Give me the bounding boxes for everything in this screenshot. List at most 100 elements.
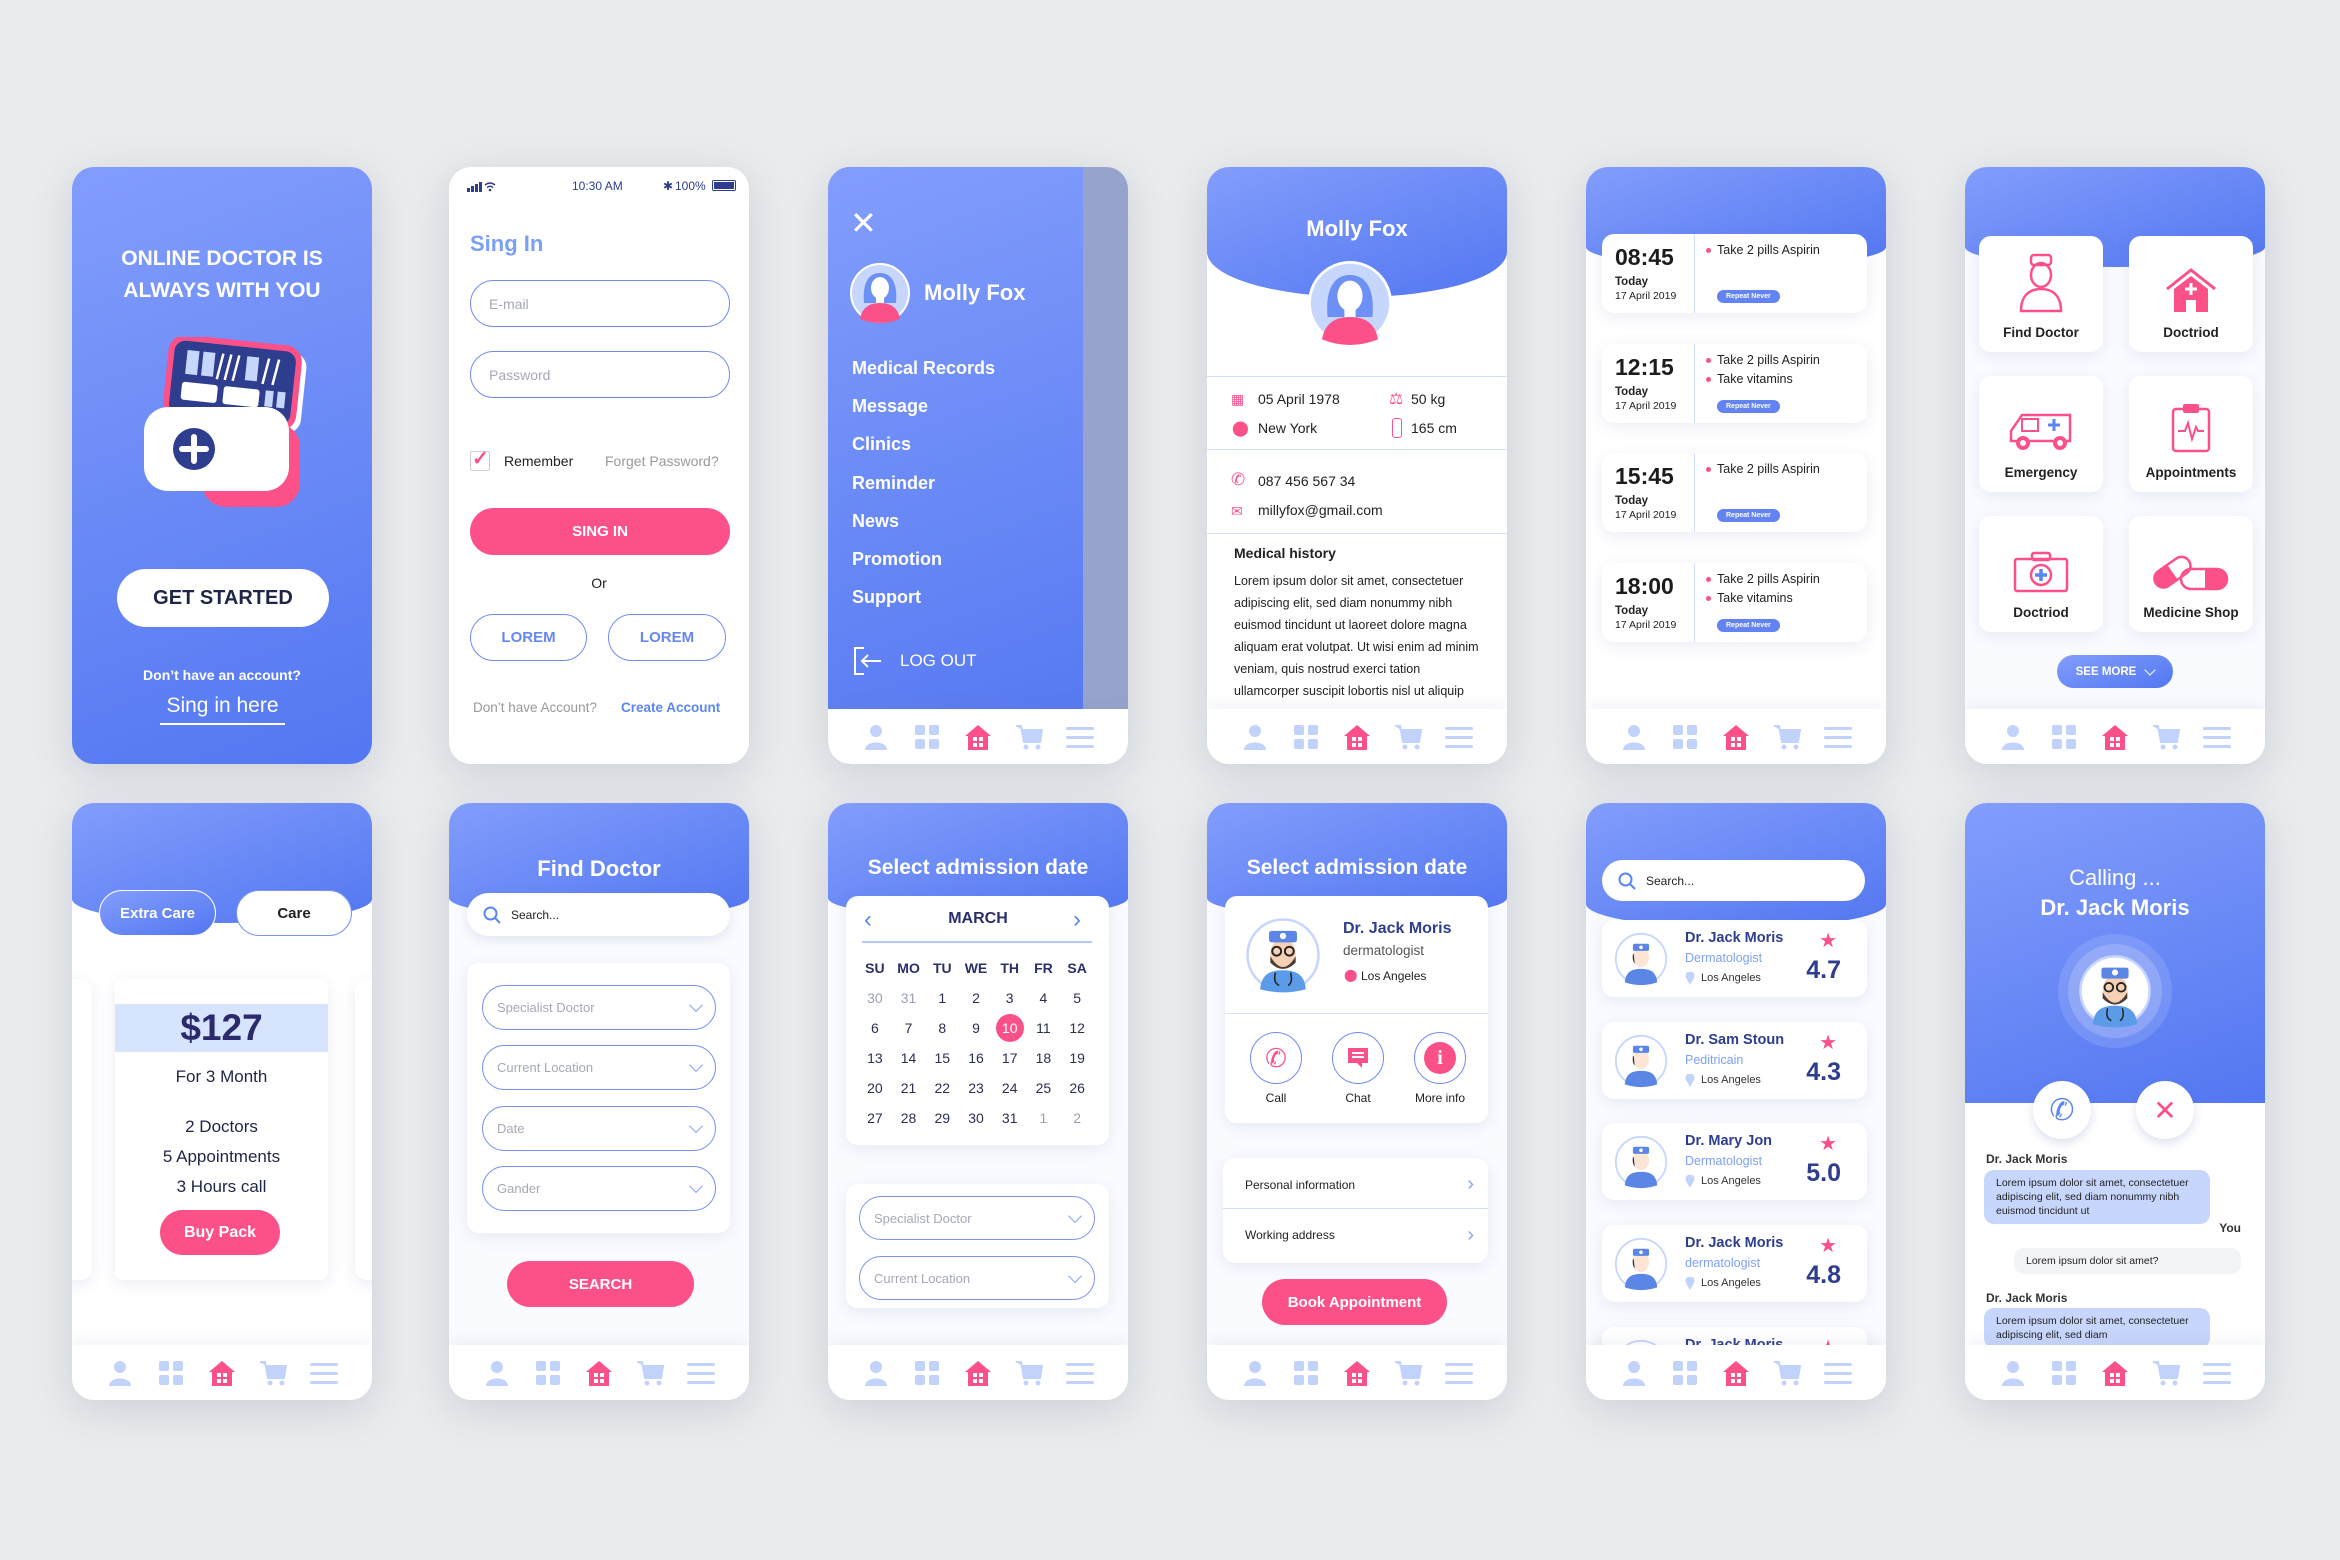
nav-person-button[interactable] [1241,1359,1269,1387]
nav-menu-button[interactable] [2203,723,2232,751]
doctor-list-item[interactable]: Dr. Jack Moris ★ dermatologist Los Angele… [1602,1225,1867,1302]
nav-home-button[interactable] [208,1359,236,1387]
nav-home-button[interactable] [1343,723,1371,751]
nav-menu-button[interactable] [1445,1359,1474,1387]
call-button[interactable]: ✆ [1250,1032,1302,1084]
menu-item-promotion[interactable]: Promotion [852,549,942,570]
nav-menu-button[interactable] [1445,723,1474,751]
doctor-list-item[interactable]: Dr. Mary Jon ★ Dermatologist Los Angeles … [1602,1123,1867,1200]
nav-menu-button[interactable] [1066,723,1095,751]
calendar-day[interactable]: 6 [858,1013,892,1043]
create-account-link[interactable]: Create Account [621,700,720,715]
nav-grid-button[interactable] [1671,1359,1699,1387]
nav-grid-button[interactable] [2050,1359,2078,1387]
menu-item-reminder[interactable]: Reminder [852,473,935,494]
nav-cart-button[interactable] [1015,723,1044,751]
menu-item-support[interactable]: Support [852,587,921,608]
search-input[interactable]: Search... [1602,860,1865,901]
calendar-day[interactable]: 15 [925,1043,959,1073]
tile-emergency[interactable]: Emergency [1979,376,2103,492]
calendar-day[interactable]: 7 [892,1013,926,1043]
repeat-badge[interactable]: Repeat Never [1717,290,1780,303]
calendar-day[interactable]: 28 [892,1103,926,1133]
calendar-day[interactable]: 3 [993,983,1027,1013]
tile-doctriod-clinic[interactable]: Doctriod [2129,236,2253,352]
calendar-day-selected[interactable]: 10 [993,1013,1027,1043]
calendar-day[interactable]: 21 [892,1073,926,1103]
location-select[interactable]: Current Location [859,1256,1095,1300]
sign-in-here-link[interactable]: Sing in here [160,694,285,725]
calendar-day[interactable]: 8 [925,1013,959,1043]
nav-home-button[interactable] [2101,1359,2129,1387]
calendar-day[interactable]: 5 [1060,983,1094,1013]
calendar-day[interactable]: 1 [1027,1103,1061,1133]
tile-find-doctor[interactable]: Find Doctor [1979,236,2103,352]
reminder-card[interactable]: 08:45 Today 17 April 2019 Take 2 pills A… [1602,234,1867,313]
see-more-button[interactable]: SEE MORE [2057,655,2173,688]
nav-grid-button[interactable] [157,1359,185,1387]
nav-person-button[interactable] [862,723,890,751]
nav-cart-button[interactable] [1394,723,1423,751]
nav-cart-button[interactable] [2152,1359,2181,1387]
nav-person-button[interactable] [862,1359,890,1387]
calendar-day[interactable]: 24 [993,1073,1027,1103]
nav-person-button[interactable] [1241,723,1269,751]
working-address-row[interactable]: Working address › [1223,1211,1488,1259]
nav-cart-button[interactable] [1773,723,1802,751]
personal-information-row[interactable]: Personal information › [1223,1161,1488,1209]
tile-doctriod-kit[interactable]: Doctriod [1979,516,2103,632]
menu-item-medical-records[interactable]: Medical Records [852,358,995,379]
nav-grid-button[interactable] [1671,723,1699,751]
password-input[interactable]: Password [470,351,730,398]
calendar-day[interactable]: 31 [892,983,926,1013]
calendar-day[interactable]: 11 [1027,1013,1061,1043]
calendar-day[interactable]: 1 [925,983,959,1013]
sign-in-button[interactable]: SING IN [470,508,730,555]
nav-person-button[interactable] [483,1359,511,1387]
nav-cart-button[interactable] [1015,1359,1044,1387]
specialist-select[interactable]: Specialist Doctor [482,985,716,1030]
calendar-day[interactable]: 23 [959,1073,993,1103]
nav-grid-button[interactable] [913,723,941,751]
calendar-day[interactable]: 30 [858,983,892,1013]
calendar-day[interactable]: 4 [1027,983,1061,1013]
remember-checkbox[interactable]: ✓ [470,448,490,471]
reminder-card[interactable]: 15:45 Today 17 April 2019 Take 2 pills A… [1602,453,1867,532]
calendar-day[interactable]: 22 [925,1073,959,1103]
calendar-day[interactable]: 26 [1060,1073,1094,1103]
nav-cart-button[interactable] [2152,723,2181,751]
repeat-badge[interactable]: Repeat Never [1717,400,1780,413]
nav-grid-button[interactable] [913,1359,941,1387]
calendar-day[interactable]: 17 [993,1043,1027,1073]
tab-extra-care[interactable]: Extra Care [99,890,216,936]
nav-home-button[interactable] [1722,1359,1750,1387]
repeat-badge[interactable]: Repeat Never [1717,619,1780,632]
book-appointment-button[interactable]: Book Appointment [1262,1279,1447,1325]
more-info-button[interactable]: i [1414,1032,1466,1084]
nav-menu-button[interactable] [687,1359,716,1387]
end-call-button[interactable]: ✕ [2136,1081,2194,1139]
nav-home-button[interactable] [964,1359,992,1387]
calendar-day[interactable]: 2 [1060,1103,1094,1133]
nav-menu-button[interactable] [1824,1359,1853,1387]
tile-medicine-shop[interactable]: Medicine Shop [2129,516,2253,632]
calendar-day[interactable]: 12 [1060,1013,1094,1043]
calendar-day[interactable]: 2 [959,983,993,1013]
nav-person-button[interactable] [1999,723,2027,751]
nav-home-button[interactable] [585,1359,613,1387]
calendar-day[interactable]: 31 [993,1103,1027,1133]
tile-appointments[interactable]: Appointments [2129,376,2253,492]
calendar-day[interactable]: 20 [858,1073,892,1103]
calendar-day[interactable]: 16 [959,1043,993,1073]
get-started-button[interactable]: GET STARTED [117,569,329,627]
nav-home-button[interactable] [2101,723,2129,751]
date-select[interactable]: Date [482,1106,716,1151]
calendar-day[interactable]: 25 [1027,1073,1061,1103]
calendar-day[interactable]: 19 [1060,1043,1094,1073]
location-select[interactable]: Current Location [482,1045,716,1090]
plan-card-next[interactable] [355,979,372,1280]
nav-cart-button[interactable] [636,1359,665,1387]
nav-grid-button[interactable] [1292,723,1320,751]
plan-card-previous[interactable] [72,979,92,1280]
email-input[interactable]: E-mail [470,280,730,327]
